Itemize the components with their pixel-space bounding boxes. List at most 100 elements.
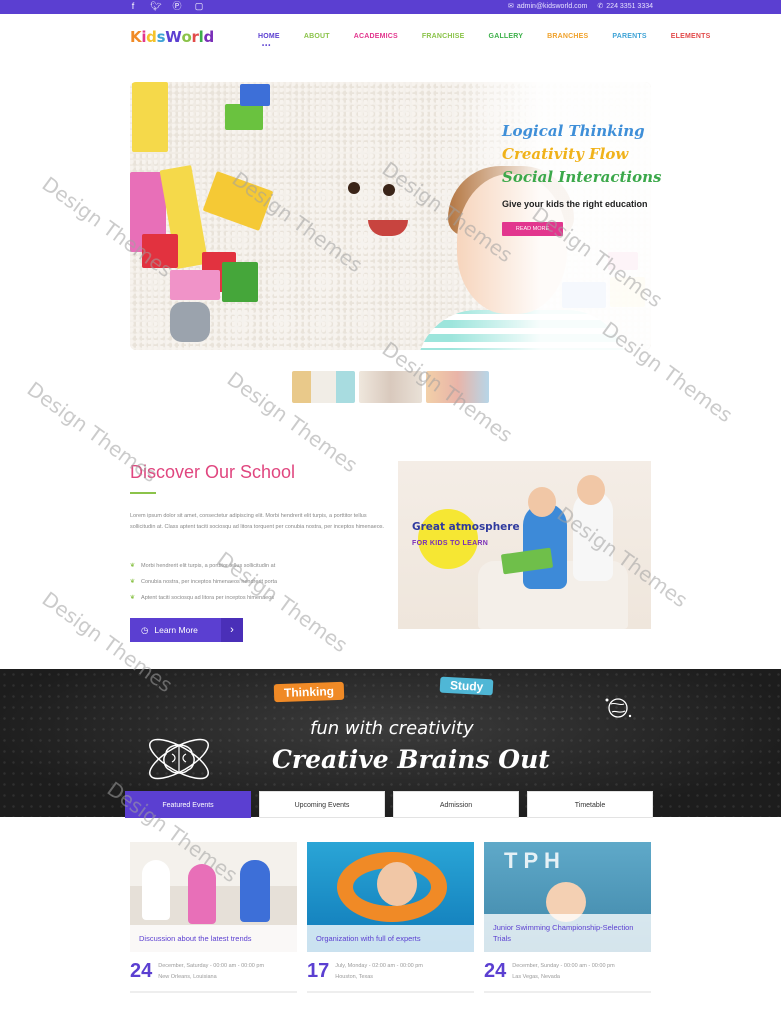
phone-icon: ✆ (597, 3, 604, 10)
nav-item-franchise[interactable]: FRANCHISE (422, 33, 465, 40)
leaf-icon: ❦ (130, 563, 136, 569)
nav-item-branches[interactable]: BRANCHES (547, 33, 588, 40)
tab-featured-events[interactable]: Featured Events (125, 791, 251, 818)
nav-item-parents[interactable]: PARENTS (612, 33, 646, 40)
brain-icon (149, 738, 209, 780)
event-datetime: July, Monday - 02:00 am - 00:00 pm (335, 963, 423, 969)
read-more-button[interactable]: READ MORE (502, 222, 563, 236)
event-image[interactable]: T P H Junior Swimming Championship-Select… (484, 842, 651, 952)
discover-paragraph: Lorem ipsum dolor sit amet, consectetur … (130, 513, 385, 530)
logo-letter: W (165, 28, 182, 46)
event-datetime: December, Saturday - 00:00 am - 00:00 pm (158, 963, 265, 969)
card-divider (307, 991, 474, 993)
nav-item-about[interactable]: ABOUT (304, 33, 330, 40)
event-datetime: December, Sunday - 00:00 am - 00:00 pm (512, 963, 615, 969)
child-eye (383, 184, 395, 196)
toy-block (132, 82, 168, 152)
child-face (377, 862, 417, 906)
event-meta: 24 December, Saturday - 00:00 am - 00:00 … (130, 960, 297, 983)
chevron-right-icon[interactable]: › (221, 618, 243, 642)
child-figure (188, 864, 216, 924)
child-face (577, 475, 605, 505)
nav-item-elements[interactable]: ELEMENTS (671, 33, 711, 40)
logo-letter: K (130, 28, 142, 46)
leaf-icon: ❦ (130, 595, 136, 601)
event-meta: 17 July, Monday - 02:00 am - 00:00 pm Hous… (307, 960, 474, 983)
event-day: 17 (307, 960, 330, 982)
letter-decor: T P H (504, 848, 560, 873)
logo-letter: s (156, 28, 166, 46)
contact-email[interactable]: admin@kidsworld.com (517, 2, 588, 12)
tab-timetable[interactable]: Timetable (527, 791, 653, 818)
facebook-icon[interactable]: f (128, 1, 138, 12)
title-underline (130, 492, 156, 494)
logo-letter: d (203, 28, 214, 46)
main-nav: HOME ••• ABOUT ACADEMICS FRANCHISE GALLERY BRA… (258, 33, 734, 49)
event-card[interactable]: T P H Junior Swimming Championship-Select… (484, 842, 651, 993)
events-list: Discussion about the latest trends 24 Dece… (130, 842, 651, 993)
events-tabs: Featured Events Upcoming Events Admission T… (125, 791, 653, 818)
slide-thumb-3[interactable] (426, 371, 489, 403)
contact-info: ✉ admin@kidsworld.com ✆ 224 3351 3334 (508, 2, 653, 12)
event-image[interactable]: Discussion about the latest trends (130, 842, 297, 952)
event-info: December, Sunday - 00:00 am - 00:00 pm La… (512, 960, 614, 983)
logo-letter: r (191, 28, 199, 46)
nav-item-home[interactable]: HOME ••• (258, 33, 280, 49)
bullet-text: Conubia nostra, per inceptos himenaeos h… (141, 579, 278, 585)
toy-block (240, 84, 270, 106)
card-divider (484, 991, 651, 993)
site-logo[interactable]: KidsWorld (130, 28, 214, 46)
toy-block (142, 234, 178, 268)
event-caption[interactable]: Organization with full of experts (307, 925, 474, 952)
event-day: 24 (130, 960, 153, 982)
learn-more-main[interactable]: ◷ Learn More (130, 618, 221, 642)
active-indicator: ••• (262, 43, 272, 49)
bullet-item: ❦ Morbi hendrerit elit turpis, a porttito… (130, 558, 277, 574)
event-day: 24 (484, 960, 507, 982)
mail-icon: ✉ (508, 3, 514, 10)
event-caption[interactable]: Discussion about the latest trends (130, 925, 297, 952)
logo-letter: d (146, 28, 157, 46)
twitter-icon[interactable]: 🐦︎ (150, 1, 161, 12)
event-card[interactable]: Organization with full of experts 17 July,… (307, 842, 474, 993)
toy-block (222, 262, 258, 302)
contact-phone: 224 3351 3334 (606, 3, 653, 10)
slide-thumb-2[interactable] (359, 371, 422, 403)
slider-thumbnails (292, 371, 489, 403)
event-info: December, Saturday - 00:00 am - 00:00 pm… (158, 960, 264, 983)
tab-upcoming-events[interactable]: Upcoming Events (259, 791, 385, 818)
event-caption[interactable]: Junior Swimming Championship-Selection T… (484, 914, 651, 952)
event-card[interactable]: Discussion about the latest trends 24 Dece… (130, 842, 297, 993)
top-bar: f 🐦︎ Ⓟ ▢ ✉ admin@kidsworld.com ✆ 224 335… (0, 0, 781, 14)
study-tag: Study (439, 676, 494, 696)
nav-item-academics[interactable]: ACADEMICS (354, 33, 398, 40)
event-location: New Orleans, Louisiana (158, 974, 217, 980)
instagram-icon[interactable]: ▢ (194, 1, 204, 12)
toy-block (225, 104, 263, 130)
thinking-tag: Thinking (273, 681, 345, 703)
learn-more-button[interactable]: ◷ Learn More › (130, 618, 243, 642)
card-divider (130, 991, 297, 993)
hero-line-3: Social Interactions (502, 168, 662, 186)
tab-admission[interactable]: Admission (393, 791, 519, 818)
bullet-item: ❦ Aptent taciti sociosqu ad litora per in… (130, 590, 277, 606)
yellow-circle (418, 509, 478, 569)
nav-item-gallery[interactable]: GALLERY (489, 33, 524, 40)
event-image[interactable]: Organization with full of experts (307, 842, 474, 952)
social-links: f 🐦︎ Ⓟ ▢ (128, 1, 204, 12)
bullet-text: Aptent taciti sociosqu ad litora per inc… (141, 595, 275, 601)
slide-thumb-1[interactable] (292, 371, 355, 403)
discover-bullets: ❦ Morbi hendrerit elit turpis, a porttito… (130, 558, 277, 606)
child-eye (348, 182, 360, 194)
logo-letter: o (181, 28, 192, 46)
bullet-item: ❦ Conubia nostra, per inceptos himenaeos … (130, 574, 277, 590)
child-face (528, 487, 556, 517)
planet-icon (605, 698, 632, 718)
event-location: Las Vegas, Nevada (512, 974, 560, 980)
pinterest-icon[interactable]: Ⓟ (172, 1, 182, 12)
event-meta: 24 December, Sunday - 00:00 am - 00:00 pm… (484, 960, 651, 983)
hero-line-2: Creativity Flow (502, 145, 629, 163)
toy-block (170, 270, 220, 300)
banner-headline: Creative Brains Out (272, 745, 550, 774)
child-figure (240, 860, 270, 922)
